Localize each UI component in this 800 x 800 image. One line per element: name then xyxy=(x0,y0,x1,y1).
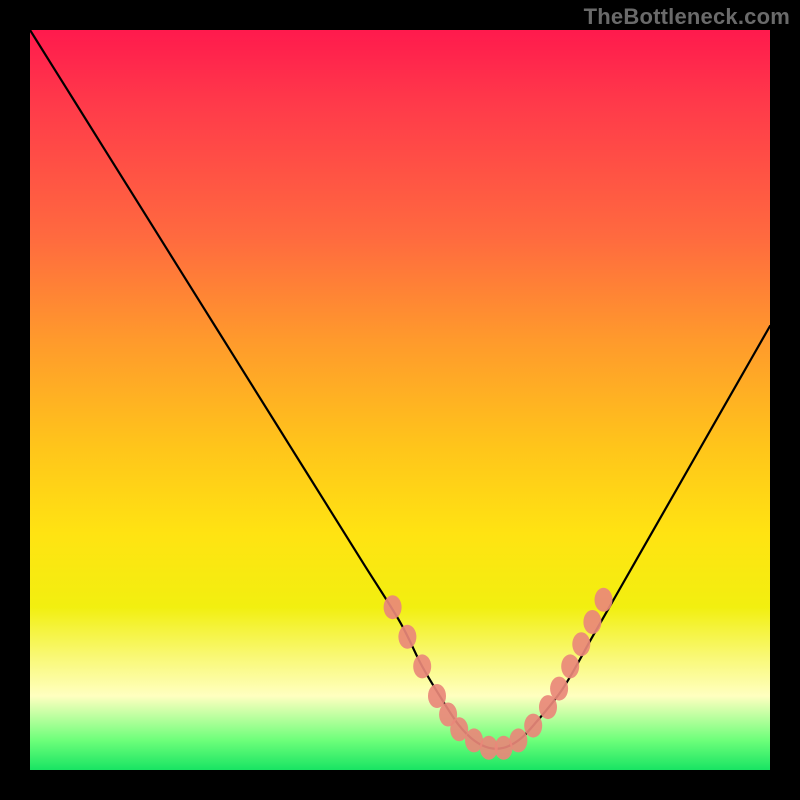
highlight-dot xyxy=(595,588,613,612)
highlight-dot xyxy=(550,677,568,701)
highlight-dot xyxy=(583,610,601,634)
highlight-dot xyxy=(413,654,431,678)
highlight-dot xyxy=(384,595,402,619)
chart-frame: TheBottleneck.com xyxy=(0,0,800,800)
plot-area xyxy=(30,30,770,770)
highlight-dot xyxy=(561,654,579,678)
highlight-dot xyxy=(509,728,527,752)
highlight-dot xyxy=(524,714,542,738)
highlight-dot xyxy=(572,632,590,656)
highlight-dot xyxy=(398,625,416,649)
bottleneck-curve-svg xyxy=(30,30,770,770)
highlight-dots-group xyxy=(384,588,613,760)
watermark-text: TheBottleneck.com xyxy=(584,4,790,30)
